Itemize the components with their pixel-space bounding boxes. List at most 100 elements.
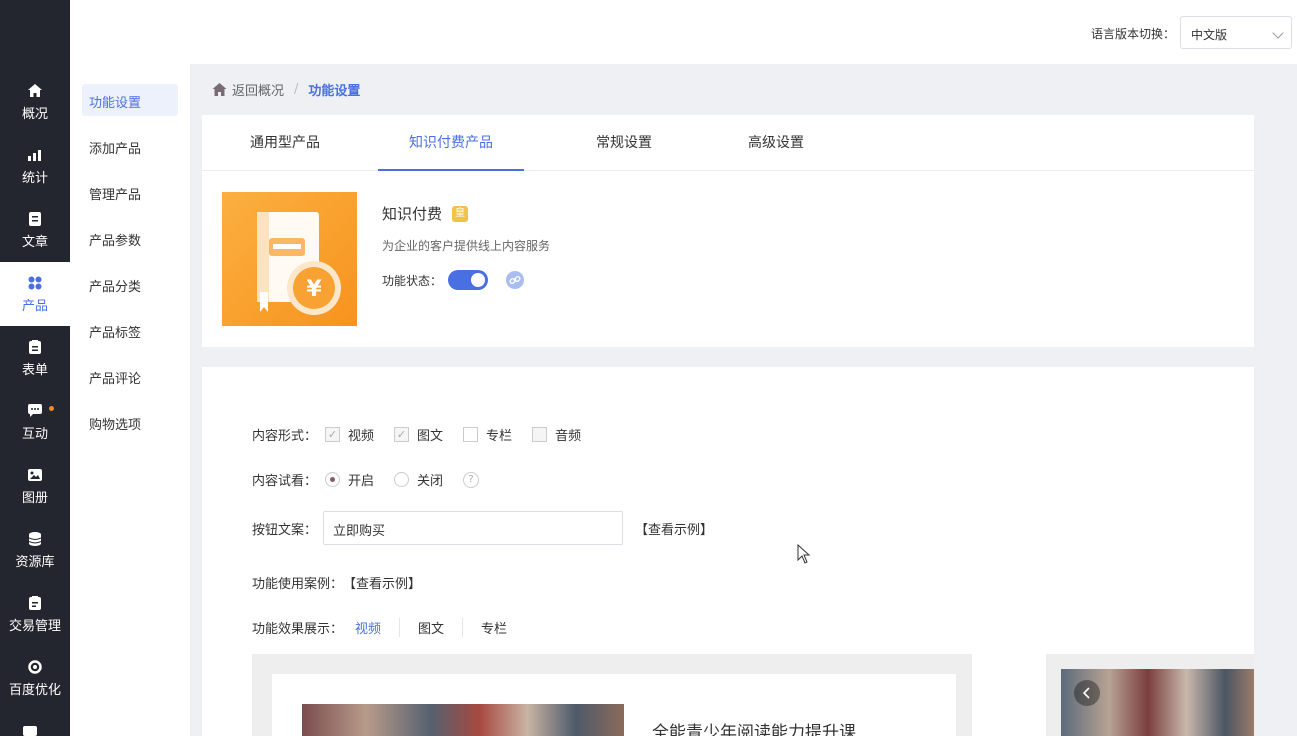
radio-on[interactable] [325, 472, 341, 487]
breadcrumb: 返回概况 / 功能设置 [212, 80, 360, 99]
chevron-left-icon[interactable] [1074, 680, 1100, 706]
nav-item-trade[interactable]: 交易管理 [0, 582, 70, 646]
language-value: 中文版 [1191, 28, 1228, 42]
submenu-item-product-category[interactable]: 产品分类 [82, 268, 178, 300]
content-form-label: 内容形式： [252, 429, 318, 444]
breadcrumb-separator: / [294, 82, 299, 97]
nav-item-article[interactable]: 文章 [0, 198, 70, 262]
radio-label: 开启 [348, 474, 375, 489]
nav-item-overview[interactable]: 概况 [0, 70, 70, 134]
checkbox-article[interactable] [394, 427, 410, 442]
trial-row: 内容试看： 开启 关闭 ? [252, 470, 480, 489]
svg-text:¥: ¥ [306, 277, 322, 302]
feature-title-text: 知识付费 [382, 205, 443, 223]
notification-dot [49, 406, 54, 411]
feature-title: 知识付费 皇 [382, 203, 469, 224]
submenu-item-product-reviews[interactable]: 产品评论 [82, 360, 178, 392]
link-icon[interactable] [506, 271, 525, 289]
feature-description: 为企业的客户提供线上内容服务 [382, 239, 551, 253]
content-form-column[interactable]: 专栏 [463, 425, 512, 444]
tab-bar: 通用型产品 知识付费产品 常规设置 高级设置 [202, 115, 1254, 171]
trial-off-option[interactable]: 关闭 [394, 470, 443, 489]
trial-label: 内容试看： [252, 474, 318, 489]
effect-row: 功能效果展示： 视频 图文 专栏 [252, 618, 525, 637]
checkbox-video[interactable] [325, 427, 341, 442]
chevron-down-icon [1272, 27, 1284, 39]
preview-image [302, 704, 624, 736]
nav-label: 资源库 [15, 554, 55, 570]
tab-knowledge-paid-product[interactable]: 知识付费产品 [378, 115, 524, 171]
case-label: 功能使用案例： [252, 577, 344, 592]
mouse-cursor-icon [797, 543, 811, 568]
checkbox-column[interactable] [463, 427, 479, 442]
button-text-input[interactable]: 立即购买 [323, 511, 624, 545]
product-icon [27, 275, 43, 291]
feature-status-toggle[interactable] [448, 270, 489, 290]
main-nav: 概况 统计 文章 产品 表单 互动 图册 资源库 交易管理 百度优化 [0, 0, 70, 736]
nav-item-stats[interactable]: 统计 [0, 134, 70, 198]
submenu-item-function-settings[interactable]: 功能设置 [82, 84, 178, 116]
settings-card: 内容形式： 视频 图文 专栏 音频 内容试看： 开启 关闭 ? 按钮文案： 立即… [202, 367, 1254, 736]
submenu-item-shopping-options[interactable]: 购物选项 [82, 406, 178, 438]
nav-item-product[interactable]: 产品 [0, 262, 70, 326]
preview-card: 全能青少年阅读能力提升课 [272, 674, 956, 736]
nav-label: 表单 [21, 362, 48, 378]
radio-label: 关闭 [417, 474, 444, 489]
tab-regular-settings[interactable]: 常规设置 [596, 115, 652, 171]
checkbox-audio[interactable] [532, 427, 548, 442]
nav-item-album[interactable]: 图册 [0, 454, 70, 518]
help-icon[interactable]: ? [463, 471, 480, 488]
effect-preview-panel: 全能青少年阅读能力提升课 [252, 654, 972, 736]
mobile-preview-panel [1046, 654, 1254, 736]
home-icon[interactable] [212, 83, 227, 96]
tab-general-product[interactable]: 通用型产品 [250, 115, 320, 171]
trade-icon [27, 595, 43, 611]
content-form-row: 内容形式： 视频 图文 专栏 音频 [252, 425, 601, 444]
content-form-article[interactable]: 图文 [394, 425, 443, 444]
button-text-label: 按钮文案： [252, 522, 318, 538]
content-form-video[interactable]: 视频 [325, 425, 374, 444]
stats-icon [27, 147, 43, 163]
effect-label: 功能效果展示： [252, 622, 344, 637]
nav-item-seo[interactable]: 百度优化 [0, 646, 70, 710]
language-select[interactable]: 中文版 [1180, 16, 1292, 49]
case-view-example-link[interactable]: 【查看示例】 [343, 573, 421, 592]
nav-label: 文章 [21, 234, 48, 250]
checkbox-label: 音频 [555, 429, 582, 444]
radio-off[interactable] [394, 472, 410, 487]
checkbox-label: 视频 [348, 429, 375, 444]
nav-item-form[interactable]: 表单 [0, 326, 70, 390]
home-icon [27, 83, 43, 99]
breadcrumb-current: 功能设置 [308, 84, 361, 99]
article-icon [27, 211, 43, 227]
effect-tab-video[interactable]: 视频 [337, 618, 401, 637]
nav-label: 统计 [21, 170, 48, 186]
view-example-link[interactable]: 【查看示例】 [635, 519, 713, 538]
database-icon [27, 531, 43, 547]
nav-label: 图册 [21, 490, 48, 506]
effect-tab-column[interactable]: 专栏 [463, 618, 525, 637]
album-icon [27, 467, 43, 483]
case-row: 功能使用案例： 【查看示例】 [252, 573, 421, 592]
submenu-item-add-product[interactable]: 添加产品 [82, 130, 178, 162]
feature-status: 功能状态： [382, 270, 525, 290]
nav-label: 交易管理 [8, 618, 61, 634]
nav-item-resource[interactable]: 资源库 [0, 518, 70, 582]
language-label: 语言版本切换： [1090, 27, 1175, 41]
nav-item-interact[interactable]: 互动 [0, 390, 70, 454]
preview-title: 全能青少年阅读能力提升课 [652, 723, 856, 736]
trial-on-option[interactable]: 开启 [325, 470, 374, 489]
submenu-item-manage-product[interactable]: 管理产品 [82, 176, 178, 208]
submenu-item-product-params[interactable]: 产品参数 [82, 222, 178, 254]
seo-icon [27, 659, 43, 675]
chat-icon [27, 403, 43, 419]
checkbox-label: 专栏 [486, 429, 513, 444]
nav-label: 产品 [21, 298, 48, 314]
nav-label: 互动 [21, 426, 48, 442]
content-form-audio[interactable]: 音频 [532, 425, 581, 444]
effect-tab-article[interactable]: 图文 [400, 618, 464, 637]
tab-advanced-settings[interactable]: 高级设置 [748, 115, 804, 171]
nav-more-icon [23, 726, 37, 736]
breadcrumb-back-link[interactable]: 返回概况 [232, 80, 284, 99]
submenu-item-product-tags[interactable]: 产品标签 [82, 314, 178, 346]
